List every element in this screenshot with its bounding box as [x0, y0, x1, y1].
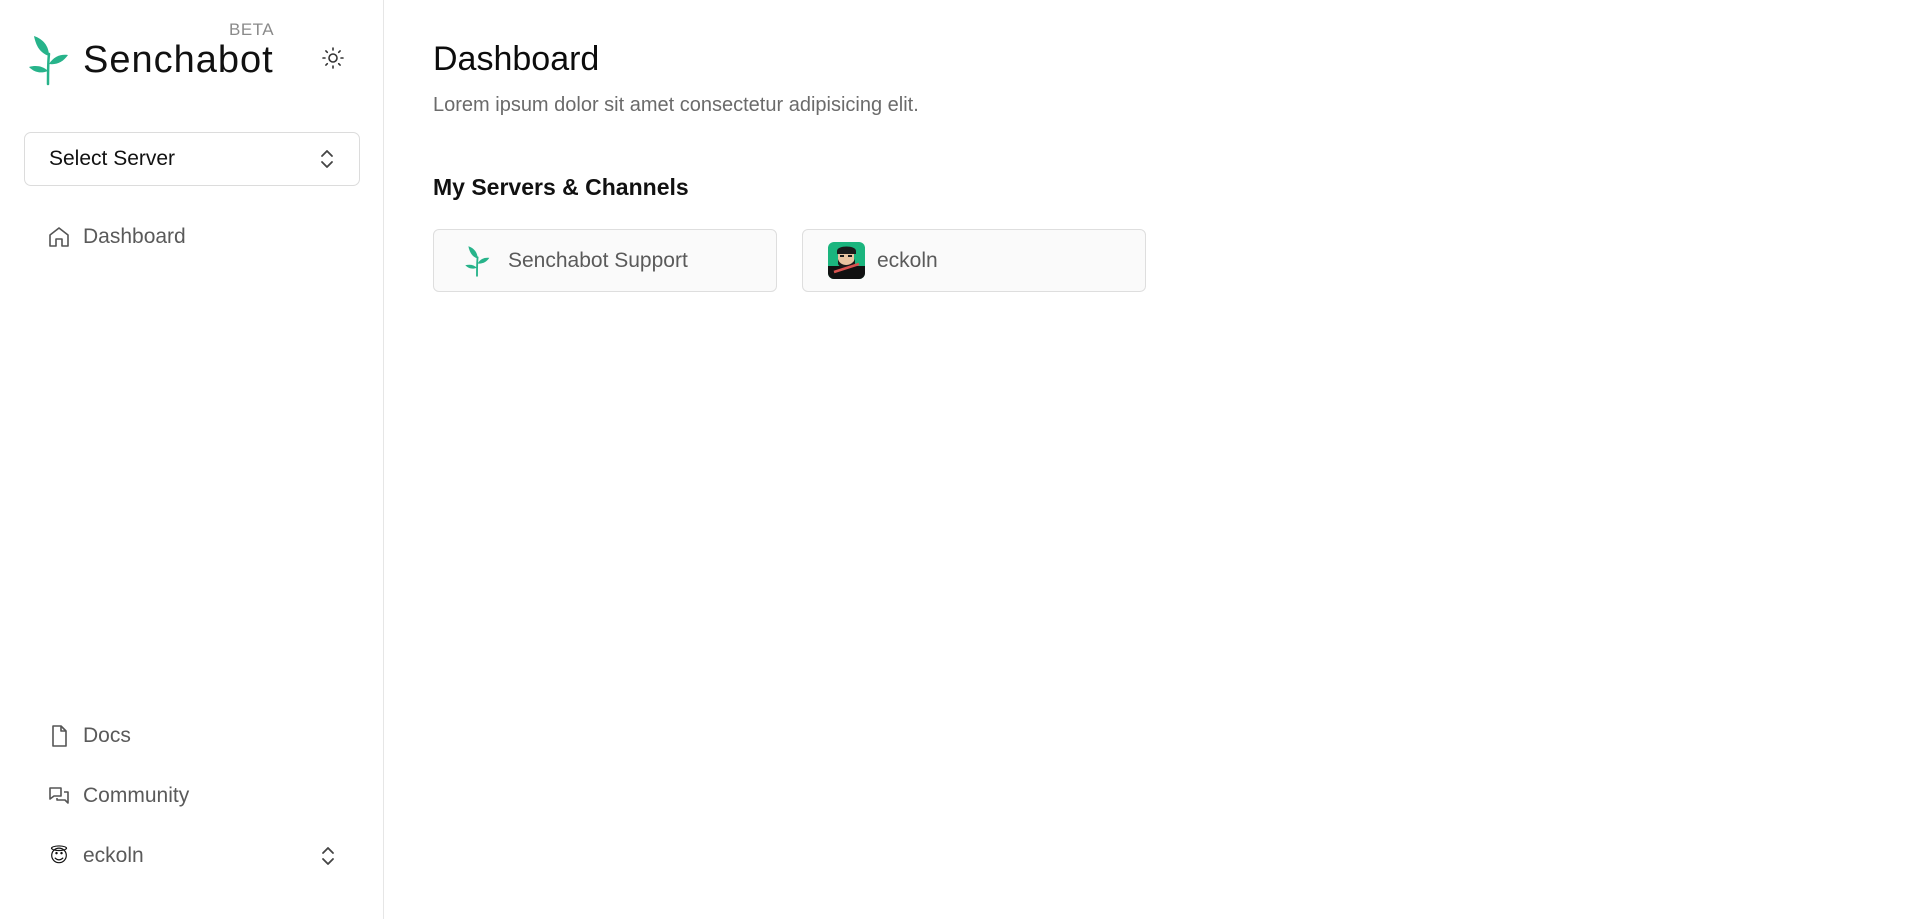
beta-badge: BETA: [229, 20, 275, 39]
user-menu-toggle[interactable]: [320, 844, 336, 868]
sidebar-item-community[interactable]: Community: [46, 778, 346, 814]
sidebar-item-dashboard[interactable]: Dashboard: [46, 219, 346, 255]
server-card-eckoln[interactable]: eckoln: [802, 229, 1146, 292]
server-select-label: Select Server: [49, 147, 176, 170]
sidebar-item-label: Docs: [83, 724, 131, 747]
chevron-up-down-icon: [321, 150, 333, 168]
sprout-icon: [458, 242, 496, 280]
main-content: Dashboard Lorem ipsum dolor sit amet con…: [384, 0, 1920, 919]
server-select[interactable]: Select Server: [24, 132, 360, 186]
sun-icon: [322, 47, 344, 69]
section-title: My Servers & Channels: [433, 174, 689, 200]
user-menu[interactable]: 😇 eckoln: [46, 838, 336, 874]
server-card-label: Senchabot Support: [508, 248, 688, 272]
sidebar-item-label: Community: [83, 784, 190, 807]
avatar: [827, 242, 865, 280]
sidebar: Senchabot BETA Select Server Dashboard D…: [0, 0, 384, 919]
sidebar-item-docs[interactable]: Docs: [46, 718, 346, 754]
page-title: Dashboard: [433, 40, 600, 78]
brand[interactable]: Senchabot BETA: [27, 20, 357, 90]
sidebar-item-label: Dashboard: [83, 225, 186, 248]
chevron-up-down-icon: [322, 847, 334, 865]
user-name: eckoln: [83, 844, 144, 867]
page-subtitle: Lorem ipsum dolor sit amet consectetur a…: [433, 94, 919, 116]
brand-name: Senchabot: [83, 39, 274, 81]
app-root: Senchabot BETA Select Server Dashboard D…: [0, 0, 1920, 919]
sprout-icon: [29, 36, 68, 86]
document-icon: [46, 723, 72, 749]
chat-bubbles-icon: [46, 783, 72, 809]
home-icon: [46, 224, 72, 250]
theme-toggle-button[interactable]: [318, 43, 348, 73]
server-card-label: eckoln: [877, 248, 938, 272]
user-emoji-avatar: 😇: [49, 846, 69, 866]
server-card-senchabot-support[interactable]: Senchabot Support: [433, 229, 777, 292]
